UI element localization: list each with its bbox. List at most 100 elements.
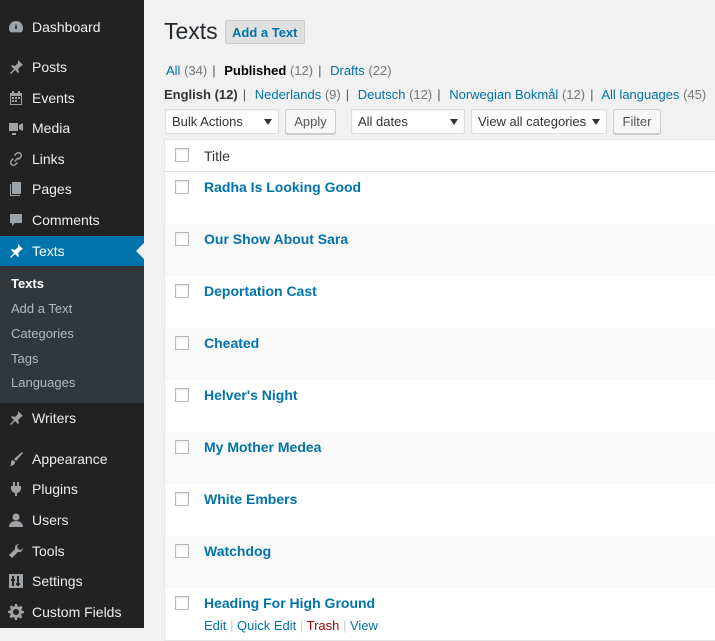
lang-english[interactable]: English (164, 87, 211, 102)
menu-posts[interactable]: Posts (0, 52, 144, 82)
menu-label: Posts (32, 59, 68, 75)
filter-button[interactable]: Filter (613, 109, 661, 134)
pin-icon (8, 59, 24, 75)
table-row: White Embers (165, 484, 715, 536)
filter-published[interactable]: Published (224, 63, 286, 78)
table-row: My Mother Medea (165, 432, 715, 484)
menu-label: Appearance (32, 451, 108, 467)
table-row: Heading For High Ground Edit | Quick Edi… (165, 588, 715, 640)
table-header: Title (165, 140, 715, 172)
chevron-down-icon (450, 119, 458, 125)
row-title-link[interactable]: Radha Is Looking Good (204, 179, 361, 195)
lang-deutsch[interactable]: Deutsch (358, 87, 406, 102)
row-checkbox[interactable] (175, 336, 189, 350)
menu-texts[interactable]: Texts (0, 236, 144, 266)
menu-label: Custom Fields (32, 604, 122, 620)
row-title-link[interactable]: White Embers (204, 491, 297, 507)
lang-nederlands[interactable]: Nederlands (255, 87, 322, 102)
menu-label: Dashboard (32, 19, 101, 35)
submenu-texts[interactable]: Texts (11, 276, 44, 291)
bulk-actions-value: Bulk Actions (172, 114, 243, 129)
menu-label: Pages (32, 181, 72, 197)
dates-value: All dates (358, 114, 408, 129)
lang-all-count: (45) (683, 87, 707, 102)
lang-all[interactable]: All languages (601, 87, 679, 102)
gear-icon (8, 604, 24, 620)
calendar-icon (8, 90, 24, 106)
menu-custom-fields[interactable]: Custom Fields (0, 597, 144, 627)
menu-label: Events (32, 90, 75, 106)
menu-comments[interactable]: Comments (0, 205, 144, 235)
lang-norwegian[interactable]: Norwegian Bokmål (449, 87, 558, 102)
table-row: Our Show About Sara (165, 224, 715, 276)
trash-link[interactable]: Trash (307, 618, 340, 633)
comment-icon (8, 212, 24, 228)
dashboard-icon (8, 19, 24, 35)
row-title-link[interactable]: My Mother Medea (204, 439, 321, 455)
row-title-link[interactable]: Helver's Night (204, 387, 298, 403)
lang-english-count: (12) (214, 87, 238, 102)
menu-appearance[interactable]: Appearance (0, 444, 144, 474)
pin-icon (8, 410, 24, 426)
menu-label: Writers (32, 410, 77, 426)
menu-label: Media (32, 120, 71, 136)
row-title-link[interactable]: Cheated (204, 335, 259, 351)
submenu-add-text[interactable]: Add a Text (11, 301, 72, 316)
row-actions: Edit | Quick Edit | Trash | View (204, 618, 378, 633)
menu-plugins[interactable]: Plugins (0, 474, 144, 504)
menu-tools[interactable]: Tools (0, 536, 144, 566)
menu-events[interactable]: Events (0, 83, 144, 113)
menu-links[interactable]: Links (0, 144, 144, 174)
menu-settings[interactable]: Settings (0, 566, 144, 596)
submenu-tags[interactable]: Tags (11, 351, 38, 366)
dates-select[interactable]: All dates (351, 109, 465, 134)
table-row: Cheated (165, 328, 715, 380)
filter-drafts-count: (22) (368, 63, 392, 78)
menu-label: Texts (32, 243, 65, 259)
menu-media[interactable]: Media (0, 113, 144, 143)
language-filters: English (12) | Nederlands (9) | Deutsch (1… (164, 87, 707, 102)
row-checkbox[interactable] (175, 492, 189, 506)
menu-writers[interactable]: Writers (0, 403, 144, 433)
select-all-checkbox[interactable] (175, 148, 189, 162)
settings-icon (8, 573, 24, 589)
row-checkbox[interactable] (175, 232, 189, 246)
submenu-languages[interactable]: Languages (11, 375, 75, 390)
link-icon (8, 151, 24, 167)
apply-button[interactable]: Apply (285, 109, 336, 134)
menu-label: Settings (32, 573, 83, 589)
filter-all[interactable]: All (166, 63, 180, 78)
lang-norwegian-count: (12) (561, 87, 586, 102)
lang-deutsch-count: (12) (409, 87, 433, 102)
main-content: Texts Add a Text All (34) | Published (12… (144, 0, 715, 641)
row-title-link[interactable]: Watchdog (204, 543, 271, 559)
status-filters: All (34) | Published (12) | Drafts (22) (166, 63, 392, 78)
menu-label: Plugins (32, 481, 78, 497)
chevron-down-icon (264, 119, 272, 125)
submenu-categories[interactable]: Categories (11, 326, 74, 341)
column-title[interactable]: Title (204, 148, 230, 164)
view-link[interactable]: View (350, 618, 378, 633)
row-checkbox[interactable] (175, 440, 189, 454)
row-checkbox[interactable] (175, 284, 189, 298)
filter-published-count: (12) (289, 63, 314, 78)
row-title-link[interactable]: Deportation Cast (204, 283, 317, 299)
edit-link[interactable]: Edit (204, 618, 226, 633)
menu-users[interactable]: Users (0, 505, 144, 535)
row-checkbox[interactable] (175, 544, 189, 558)
pages-icon (8, 181, 24, 197)
add-text-button[interactable]: Add a Text (225, 20, 305, 44)
texts-submenu: Texts Add a Text Categories Tags Languag… (0, 266, 144, 403)
categories-select[interactable]: View all categories (471, 109, 607, 134)
quick-edit-link[interactable]: Quick Edit (237, 618, 296, 633)
menu-dashboard[interactable]: Dashboard (0, 12, 144, 42)
row-checkbox[interactable] (175, 596, 189, 610)
row-title-link[interactable]: Our Show About Sara (204, 231, 348, 247)
row-checkbox[interactable] (175, 388, 189, 402)
row-title-link[interactable]: Heading For High Ground (204, 595, 375, 611)
filter-drafts[interactable]: Drafts (330, 63, 365, 78)
bulk-actions-select[interactable]: Bulk Actions (165, 109, 279, 134)
table-row: Radha Is Looking Good (165, 172, 715, 224)
menu-pages[interactable]: Pages (0, 174, 144, 204)
row-checkbox[interactable] (175, 180, 189, 194)
